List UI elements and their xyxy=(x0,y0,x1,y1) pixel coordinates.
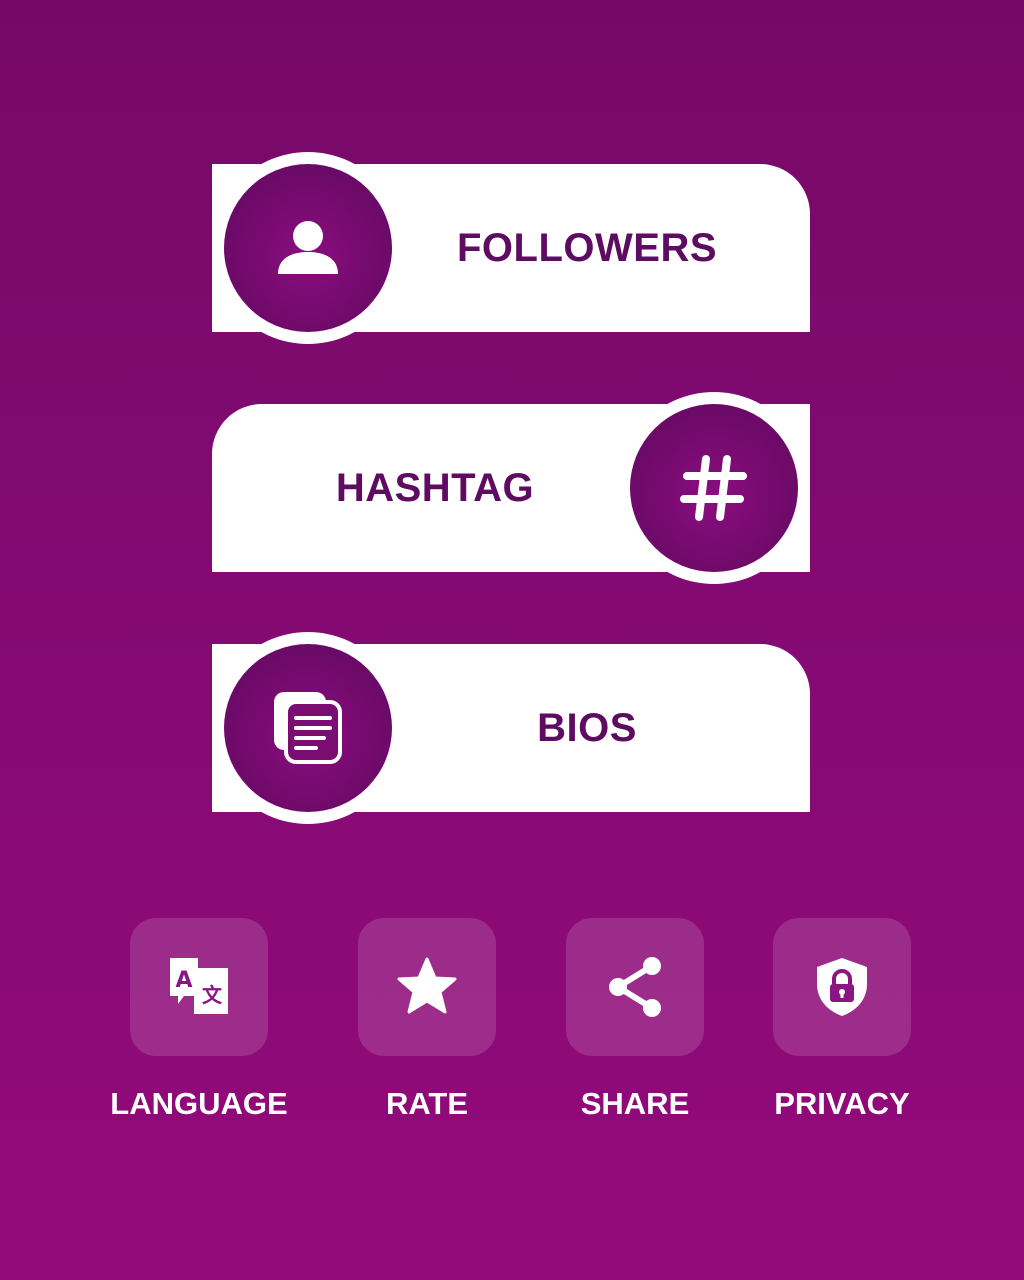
language-action[interactable]: A 文 LANGUAGE xyxy=(99,918,299,1122)
privacy-action[interactable]: PRIVACY xyxy=(742,918,942,1122)
language-tile[interactable]: A 文 xyxy=(130,918,268,1056)
translate-icon: A 文 xyxy=(170,958,228,1014)
hashtag-button[interactable]: HASHTAG xyxy=(212,392,810,584)
svg-text:A: A xyxy=(175,968,192,993)
privacy-tile[interactable] xyxy=(773,918,911,1056)
document-icon xyxy=(274,692,342,764)
privacy-label: PRIVACY xyxy=(774,1086,910,1121)
bios-button[interactable]: BIOS xyxy=(212,632,810,824)
share-action[interactable]: SHARE xyxy=(535,918,735,1122)
rate-tile[interactable] xyxy=(358,918,496,1056)
icon-circle xyxy=(212,632,404,824)
person-icon xyxy=(278,221,338,274)
followers-label: FOLLOWERS xyxy=(456,225,718,270)
star-icon xyxy=(397,957,457,1014)
hashtag-label: HASHTAG xyxy=(335,465,535,510)
followers-button[interactable]: FOLLOWERS xyxy=(212,152,810,344)
share-label: SHARE xyxy=(580,1086,690,1121)
bios-label: BIOS xyxy=(537,705,637,750)
rate-label: RATE xyxy=(385,1086,469,1121)
language-label: LANGUAGE xyxy=(110,1086,288,1121)
icon-circle xyxy=(618,392,810,584)
share-icon xyxy=(609,957,661,1017)
icon-circle xyxy=(212,152,404,344)
lock-shield-icon xyxy=(817,958,867,1016)
share-tile[interactable] xyxy=(566,918,704,1056)
hashtag-icon xyxy=(680,455,747,521)
svg-text:文: 文 xyxy=(202,983,223,1007)
rate-action[interactable]: RATE xyxy=(327,918,527,1122)
